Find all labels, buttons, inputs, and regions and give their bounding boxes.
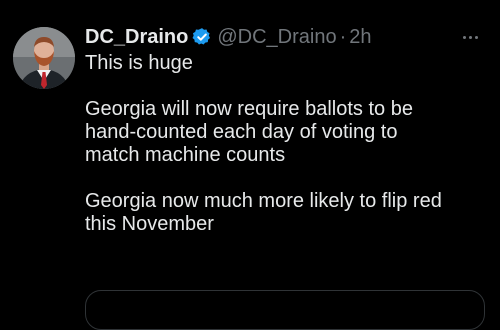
verified-badge-icon[interactable] (192, 27, 212, 47)
tweet-text-line: This is huge (85, 52, 193, 74)
avatar[interactable] (13, 27, 75, 89)
separator-dot: · (339, 25, 347, 48)
embedded-card[interactable] (85, 290, 485, 330)
tweet-text: This is huge Georgia will now require ba… (85, 52, 490, 236)
tweet-text-line: Georgia now much more likely to flip red (85, 190, 442, 212)
tweet-text-line: this November (85, 213, 214, 235)
author-display-name[interactable]: DC_Draino (85, 26, 188, 49)
tweet-header: DC_Draino @DC_Draino · 2h (85, 25, 372, 49)
tweet-text-line: match machine counts (85, 144, 286, 166)
tweet-timestamp[interactable]: 2h (349, 26, 371, 49)
author-handle[interactable]: @DC_Draino (217, 26, 336, 49)
avatar-image (13, 27, 75, 89)
tweet[interactable]: DC_Draino @DC_Draino · 2h This is huge G… (0, 0, 500, 330)
tweet-text-line: Georgia will now require ballots to be (85, 98, 413, 120)
more-options-icon[interactable] (456, 27, 484, 47)
tweet-text-line: hand-counted each day of voting to (85, 121, 398, 143)
